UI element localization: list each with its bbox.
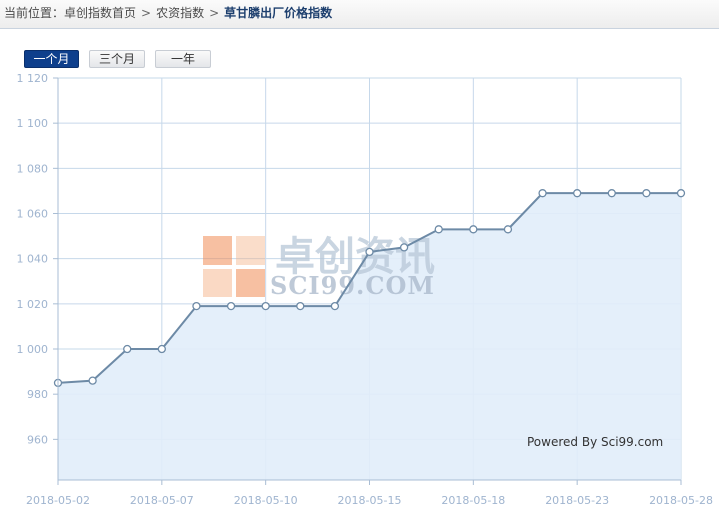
data-point <box>538 189 547 198</box>
data-point <box>607 189 616 198</box>
data-point <box>296 301 305 311</box>
y-tick-label: 1 120 <box>17 72 49 85</box>
x-tick-label: 2018-05-10 <box>234 494 298 507</box>
watermark: 卓创资讯 SCI99.COM <box>203 234 435 300</box>
data-point <box>88 376 97 385</box>
y-tick-label: 1 000 <box>17 343 49 356</box>
x-tick-label: 2018-05-07 <box>130 494 194 507</box>
data-point <box>503 225 513 234</box>
y-tick-label: 960 <box>27 433 48 446</box>
y-tick-label: 1 060 <box>17 208 49 221</box>
y-tick-label: 1 040 <box>17 253 49 266</box>
y-axis-tick-labels: 960 980 1 000 1 020 1 040 1 060 1 080 1 100 1 12… <box>17 72 58 446</box>
price-index-chart: 卓创资讯 SCI99.COM 960 980 1 000 1 020 1 040 1 06… <box>17 72 714 507</box>
data-point <box>365 247 374 257</box>
watermark-logo-icon <box>203 236 265 297</box>
data-point <box>192 301 201 311</box>
y-tick-label: 980 <box>27 388 48 401</box>
data-point <box>399 243 409 252</box>
data-point <box>469 225 478 234</box>
data-point <box>573 189 582 198</box>
watermark-en: SCI99.COM <box>270 271 435 300</box>
data-point <box>157 344 166 354</box>
data-point <box>123 344 132 354</box>
y-tick-label: 1 020 <box>17 298 49 311</box>
x-tick-label: 2018-05-15 <box>338 494 402 507</box>
data-point <box>330 301 340 311</box>
x-tick-label: 2018-05-23 <box>545 494 609 507</box>
x-tick-label: 2018-05-18 <box>441 494 505 507</box>
x-tick-label: 2018-05-02 <box>26 494 90 507</box>
y-tick-label: 1 080 <box>17 162 49 175</box>
y-tick-label: 1 100 <box>17 117 49 130</box>
data-point <box>434 225 443 234</box>
data-point <box>261 301 270 311</box>
x-tick-label: 2018-05-28 <box>649 494 713 507</box>
data-point <box>226 301 236 311</box>
data-point <box>676 189 686 198</box>
x-axis-tick-labels: 2018-05-02 2018-05-07 2018-05-10 2018-05-15… <box>26 480 713 507</box>
powered-by-credit: Powered By Sci99.com <box>527 435 663 449</box>
data-point <box>642 189 651 198</box>
